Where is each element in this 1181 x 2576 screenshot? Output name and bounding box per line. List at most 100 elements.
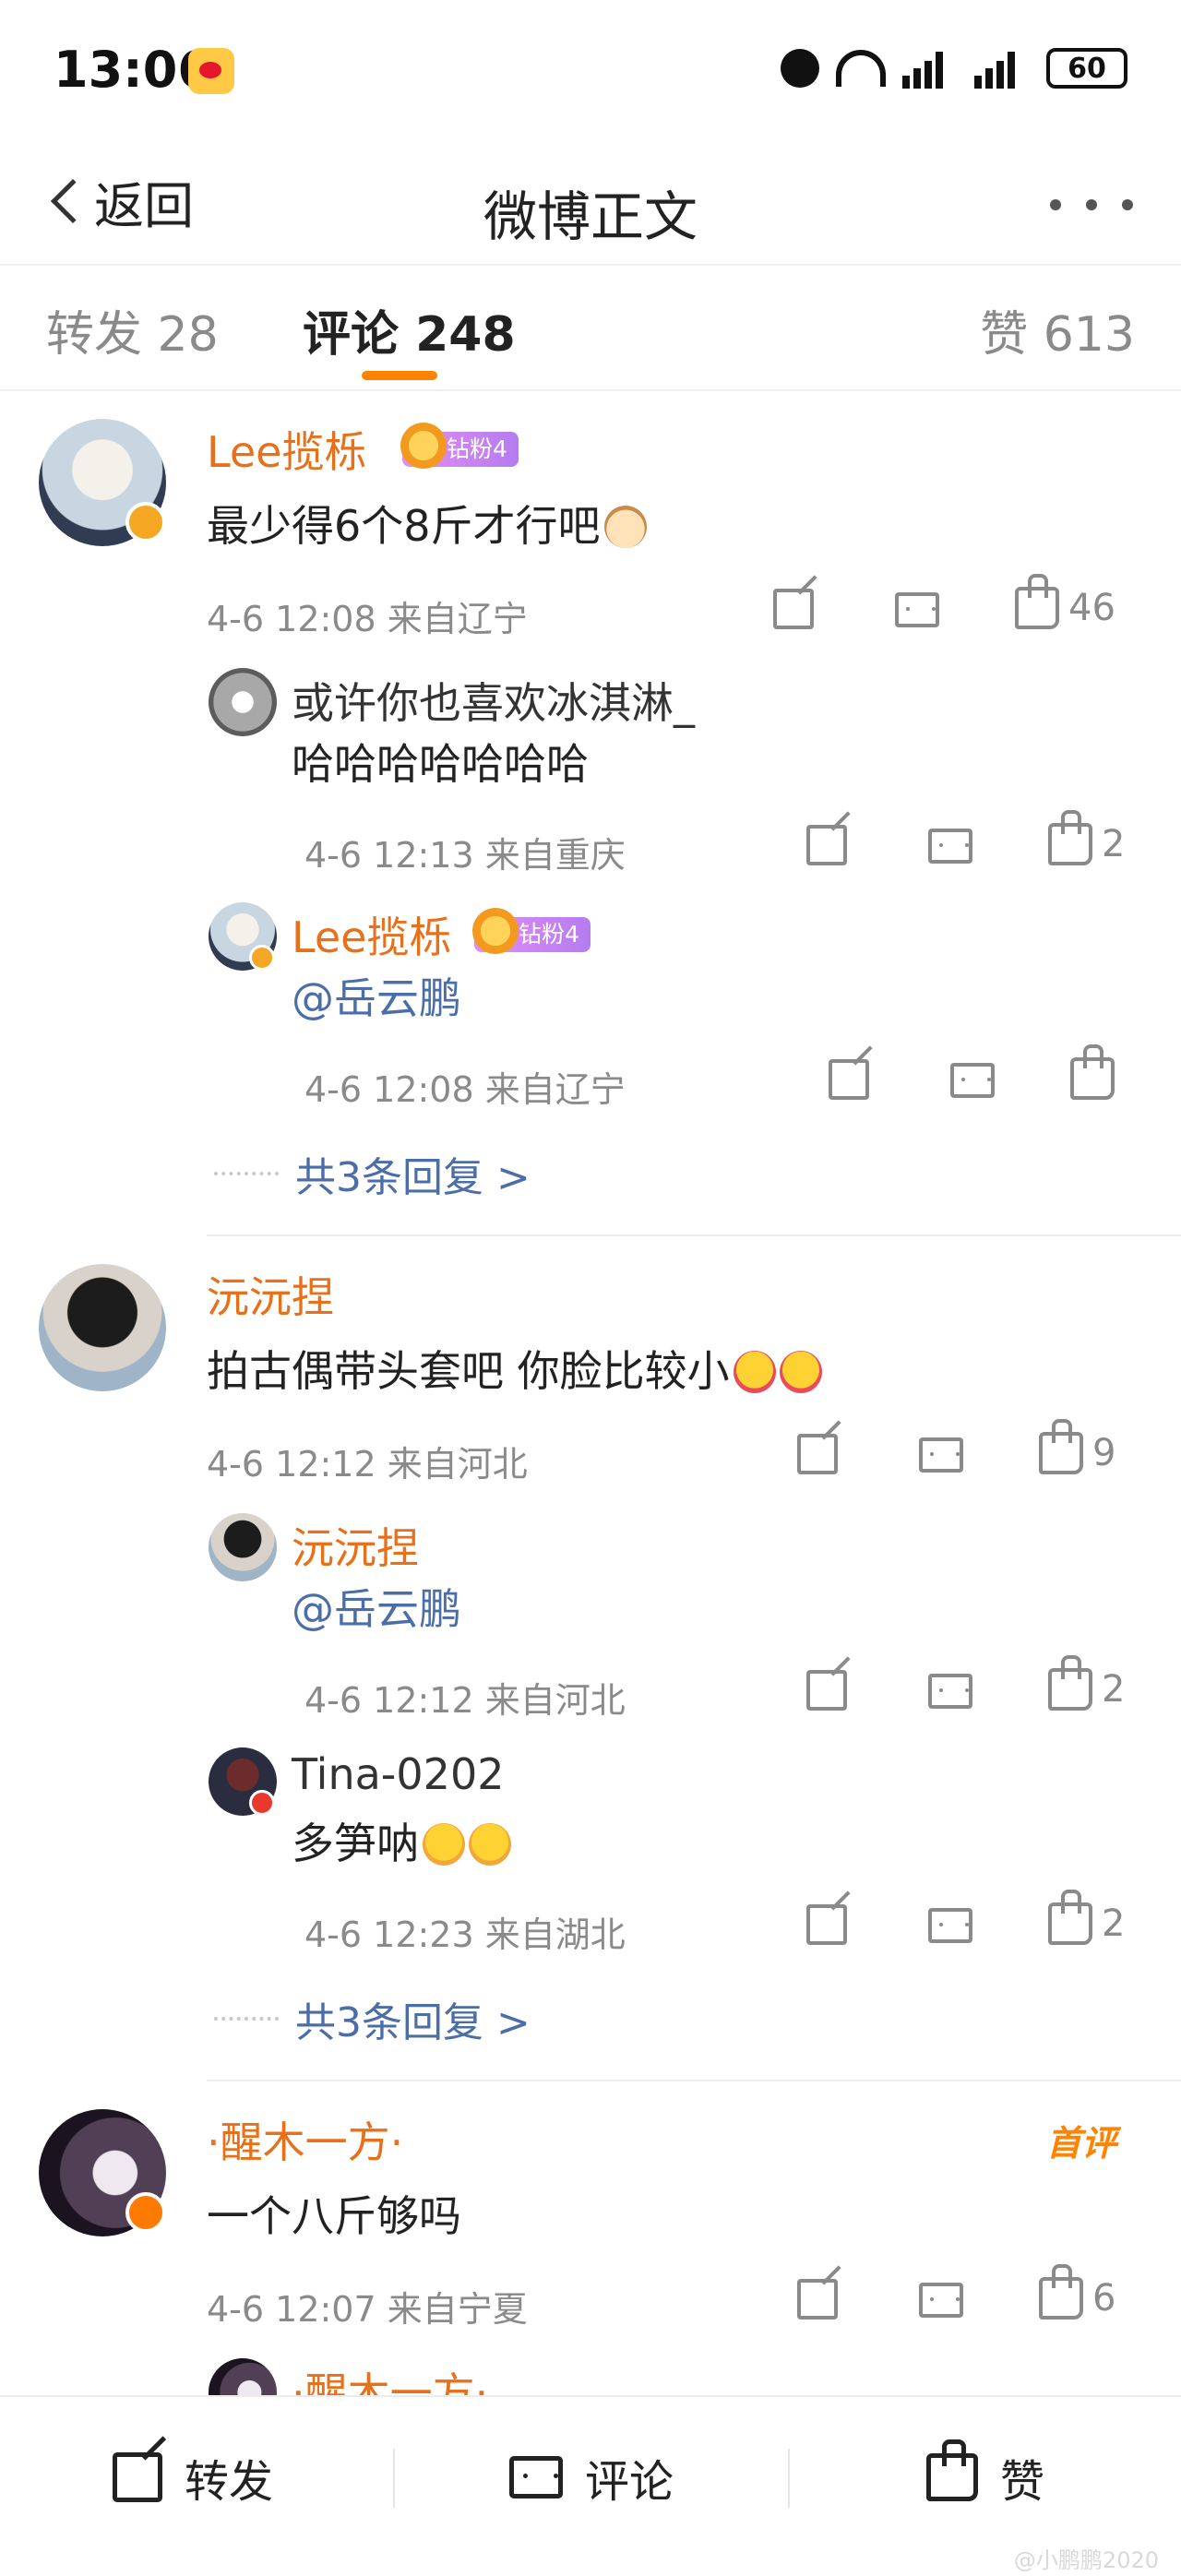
bottom-action-bar: 转发 评论 赞 @小鹏鹏2020: [0, 2395, 1181, 2576]
tab-like[interactable]: 赞 613: [980, 295, 1135, 364]
comment-icon: [928, 1908, 972, 1943]
share-button[interactable]: [806, 1670, 847, 1711]
share-button[interactable]: [797, 2279, 838, 2320]
share-button[interactable]: [773, 589, 814, 629]
reply-button[interactable]: [928, 1674, 972, 1709]
comment-text: 拍古偶带头套吧 你脸比较小: [207, 1338, 822, 1399]
thinking-emoji-icon: [423, 1823, 465, 1866]
wifi-icon: [836, 50, 886, 87]
like-button[interactable]: 46: [1015, 574, 1115, 629]
nav-bar: 返回 微博正文: [0, 138, 1181, 266]
reply-button[interactable]: [919, 2283, 963, 2318]
reply-meta: 4-6 12:23 来自湖北: [304, 1914, 626, 1955]
repost-icon: [113, 2452, 162, 2502]
more-replies-link[interactable]: 共3条回复 >: [214, 1144, 531, 1203]
share-button[interactable]: [806, 825, 847, 865]
like-button[interactable]: [1070, 1044, 1124, 1100]
more-options-button[interactable]: [1050, 186, 1133, 223]
repost-button[interactable]: 转发: [113, 2445, 273, 2510]
reply-username[interactable]: Lee揽栎: [292, 904, 451, 965]
reply-avatar[interactable]: [209, 2358, 277, 2395]
like-count: 46: [1068, 587, 1115, 629]
comment-meta: 4-6 12:07 来自宁夏: [207, 2289, 528, 2330]
reply-username[interactable]: ·醒木一方·: [292, 2360, 488, 2395]
share-icon: [806, 1670, 847, 1711]
comment-meta: 4-6 12:08 来自辽宁: [207, 599, 528, 639]
share-button[interactable]: [797, 1434, 838, 1474]
more-replies-link[interactable]: 共3条回复 >: [214, 1989, 531, 2048]
comment-icon: [950, 1063, 995, 1098]
comment-username[interactable]: 沅沅捏: [207, 1264, 334, 1325]
like-icon: [1039, 2264, 1083, 2320]
reply-text: 多笋呐: [292, 1810, 511, 1871]
hug-emoji-icon: [733, 1351, 776, 1393]
like-icon: [1048, 1890, 1092, 1945]
signal-5g-icon: [974, 48, 1030, 89]
cat-emoji-icon: [603, 506, 647, 548]
like-icon: [1015, 574, 1059, 629]
like-count: 2: [1102, 823, 1126, 865]
status-icons: 60: [781, 48, 1127, 89]
thinking-emoji-icon: [469, 1823, 511, 1866]
crown-icon: [472, 908, 519, 954]
repost-label: 转发: [185, 2456, 274, 2508]
reply-meta: 4-6 12:08 来自辽宁: [304, 1069, 626, 1110]
tab-comment[interactable]: 评论 248: [303, 295, 516, 364]
divider: [207, 1234, 1181, 1236]
like-button[interactable]: 2: [1048, 1890, 1126, 1945]
comment-username[interactable]: Lee揽栎: [207, 419, 366, 480]
like-label: 赞: [1000, 2456, 1045, 2508]
reply-button[interactable]: [895, 592, 939, 627]
reply-username[interactable]: 沅沅捏: [292, 1515, 419, 1576]
like-icon: [1048, 810, 1092, 865]
comment-icon: [928, 1674, 972, 1709]
reply-button[interactable]: [928, 1908, 972, 1943]
like-icon: [926, 2439, 978, 2501]
reply-username[interactable]: 或许你也喜欢冰淇淋_: [292, 670, 695, 731]
comment-text: 最少得6个8斤才行吧: [207, 493, 647, 554]
comment-button[interactable]: 评论: [509, 2445, 674, 2510]
reply-button[interactable]: [950, 1063, 995, 1098]
like-count: 2: [1102, 1902, 1126, 1945]
like-button[interactable]: 9: [1039, 1419, 1115, 1474]
share-icon: [829, 1059, 869, 1100]
reply-username[interactable]: Tina-0202: [292, 1749, 504, 1799]
first-comment-badge: 首评: [1045, 2123, 1116, 2164]
like-button[interactable]: 赞: [926, 2439, 1045, 2510]
comment-icon: [919, 1437, 963, 1473]
verified-badge-icon: [249, 1790, 275, 1816]
signal-2g-icon: [902, 48, 958, 89]
weibo-app-icon: [188, 48, 234, 94]
comment-username[interactable]: ·醒木一方·: [207, 2109, 403, 2170]
reply-button[interactable]: [919, 1437, 963, 1473]
share-button[interactable]: [806, 1904, 847, 1945]
comment-meta: 4-6 12:12 来自河北: [207, 1444, 528, 1485]
page-title: 微博正文: [483, 185, 698, 248]
comment-icon: [919, 2283, 963, 2318]
verified-badge-icon: [249, 945, 275, 971]
share-button[interactable]: [829, 1059, 869, 1100]
like-count: 2: [1102, 1668, 1126, 1711]
like-icon: [1070, 1044, 1115, 1100]
like-icon: [1048, 1655, 1092, 1711]
like-count: 6: [1092, 2277, 1116, 2320]
reply-button[interactable]: [928, 829, 972, 864]
like-button[interactable]: 2: [1048, 810, 1126, 865]
divider: [788, 2449, 790, 2508]
avatar[interactable]: [39, 1264, 166, 1391]
reply-avatar[interactable]: [209, 1513, 277, 1581]
comment-icon: [895, 592, 939, 627]
reply-avatar[interactable]: [209, 668, 277, 736]
like-button[interactable]: 6: [1039, 2264, 1116, 2320]
like-button[interactable]: 2: [1048, 1655, 1126, 1711]
comment-icon: [509, 2456, 563, 2498]
reply-meta: 4-6 12:12 来自河北: [304, 1680, 626, 1721]
fan-badge: 钻粉4: [472, 908, 590, 954]
reply-meta: 4-6 12:13 来自重庆: [304, 835, 626, 876]
tab-repost[interactable]: 转发 28: [46, 295, 219, 364]
hug-emoji-icon: [779, 1351, 822, 1393]
comment-list: Lee揽栎 钻粉4 最少得6个8斤才行吧 4-6 12:08 来自辽宁 46 或…: [0, 393, 1181, 2395]
alarm-icon: [781, 49, 819, 88]
battery-icon: 60: [1046, 48, 1127, 89]
divider: [207, 2080, 1181, 2081]
